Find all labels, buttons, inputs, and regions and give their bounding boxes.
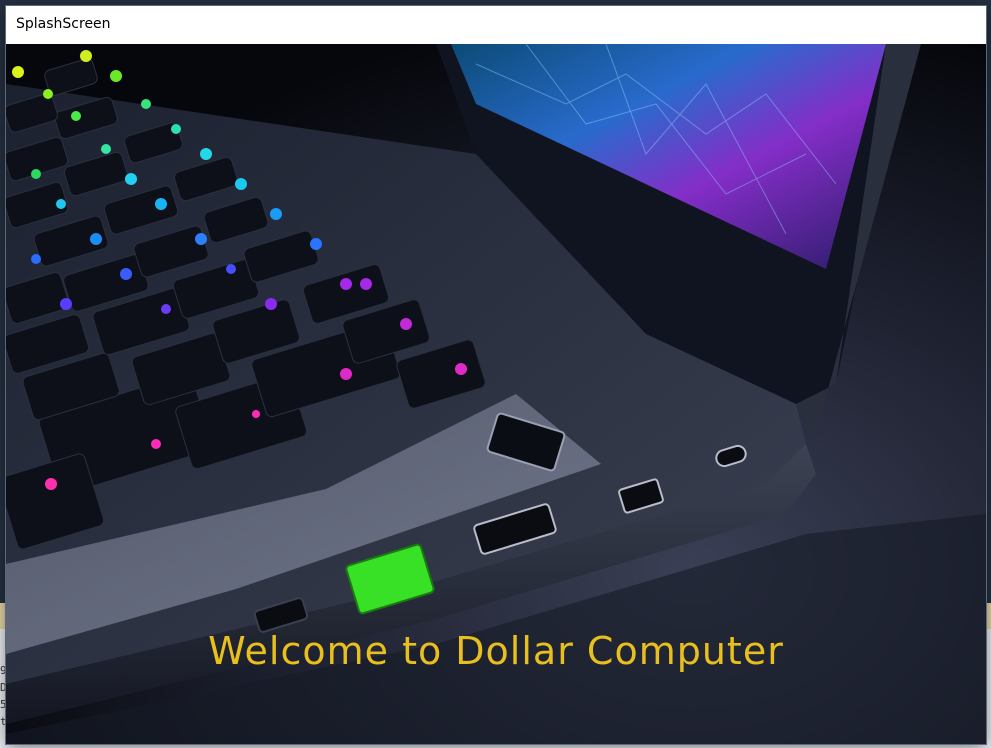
welcome-message: Welcome to Dollar Computer xyxy=(208,629,784,673)
window-title: SplashScreen xyxy=(16,16,111,32)
title-bar[interactable]: SplashScreen xyxy=(6,6,986,44)
splash-window: SplashScreen Welcome to Dollar Computer xyxy=(6,6,986,744)
splash-image: Welcome to Dollar Computer xyxy=(6,43,986,744)
